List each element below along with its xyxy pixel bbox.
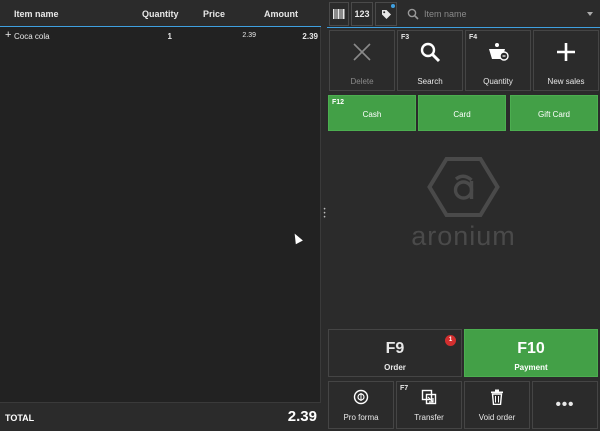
transfer-label: Transfer [414, 413, 444, 422]
row-amount: 2.39 [302, 32, 318, 41]
pro-forma-button[interactable]: Pro forma [328, 381, 394, 429]
aronium-logo: aronium [397, 155, 530, 255]
transfer-shortcut: F7 [400, 385, 409, 392]
search-icon [420, 42, 441, 63]
total-label: TOTAL [5, 413, 35, 423]
more-button[interactable]: ••• [532, 381, 598, 429]
search-shortcut: F3 [401, 34, 410, 41]
barcode-mode-button[interactable] [329, 2, 349, 26]
new-sales-label: New sales [547, 77, 585, 86]
logo-wordmark: aronium [411, 221, 516, 251]
row-item-name: Coca cola [14, 32, 50, 41]
search-button[interactable]: F3 Search [397, 30, 463, 91]
void-order-label: Void order [478, 413, 516, 422]
search-label: Search [417, 77, 443, 86]
delete-button[interactable]: Delete [329, 30, 395, 91]
cash-button[interactable]: F12 Cash [328, 95, 416, 131]
transfer-button[interactable]: F7 Transfer [396, 381, 462, 429]
search-toolbar: 123 [327, 0, 600, 28]
payment-shortcut: F10 [517, 340, 545, 357]
mouse-cursor-icon [291, 231, 303, 245]
delete-label: Delete [350, 77, 374, 86]
trash-icon [491, 389, 503, 405]
more-icon: ••• [555, 396, 575, 413]
close-icon [353, 43, 371, 61]
total-value: 2.39 [287, 408, 317, 425]
scale-icon [489, 43, 509, 61]
splitter-grip-icon: • • • [323, 207, 326, 221]
cash-shortcut: F12 [332, 99, 345, 106]
payment-button[interactable]: F10 Payment [464, 329, 598, 377]
tag-indicator-dot [391, 4, 395, 8]
pro-forma-label: Pro forma [343, 413, 379, 422]
gift-card-label: Gift Card [537, 110, 570, 119]
quantity-button[interactable]: F4 Quantity [465, 30, 531, 91]
column-header-item-name: Item name [14, 9, 59, 19]
new-sales-button[interactable]: New sales [533, 30, 599, 91]
payment-label: Payment [514, 363, 548, 372]
ticket-panel: Item name Quantity Price Amount + Coca c… [0, 0, 321, 431]
barcode-icon [333, 9, 345, 19]
total-bar: TOTAL 2.39 [0, 402, 321, 431]
cash-label: Cash [362, 110, 382, 119]
quantity-shortcut: F4 [469, 34, 478, 41]
row-quantity: 1 [167, 32, 172, 41]
card-label: Card [453, 110, 471, 119]
order-shortcut: F9 [385, 340, 405, 357]
order-label: Order [384, 363, 406, 372]
expand-row-icon[interactable]: + [5, 29, 11, 41]
plus-icon [557, 43, 575, 61]
transfer-icon [421, 389, 437, 405]
gift-card-button[interactable]: Gift Card [510, 95, 598, 131]
item-search-input[interactable] [424, 5, 584, 23]
coin-icon [353, 389, 369, 405]
chevron-down-icon[interactable] [587, 12, 593, 16]
column-header-quantity: Quantity [142, 9, 179, 19]
search-icon [407, 8, 419, 20]
tag-icon [381, 10, 391, 19]
item-search [400, 2, 598, 26]
column-header-amount: Amount [264, 9, 298, 19]
order-button[interactable]: F9 Order 1 [328, 329, 462, 377]
table-row[interactable]: + Coca cola 1 2.39 2.39 [0, 28, 321, 44]
card-button[interactable]: Card [418, 95, 506, 131]
control-panel: 123 Delete F3 Sear [327, 0, 600, 431]
ticket-rows: + Coca cola 1 2.39 2.39 [0, 28, 321, 44]
table-header: Item name Quantity Price Amount [0, 0, 321, 27]
quantity-label: Quantity [483, 77, 513, 86]
row-price: 2.39 [242, 32, 256, 39]
hexagon-logo-icon [427, 157, 500, 217]
column-header-price: Price [203, 9, 226, 19]
tag-mode-button[interactable] [375, 2, 397, 26]
numeric-mode-button[interactable]: 123 [351, 2, 373, 26]
order-count-badge: 1 [445, 335, 456, 346]
void-order-button[interactable]: Void order [464, 381, 530, 429]
